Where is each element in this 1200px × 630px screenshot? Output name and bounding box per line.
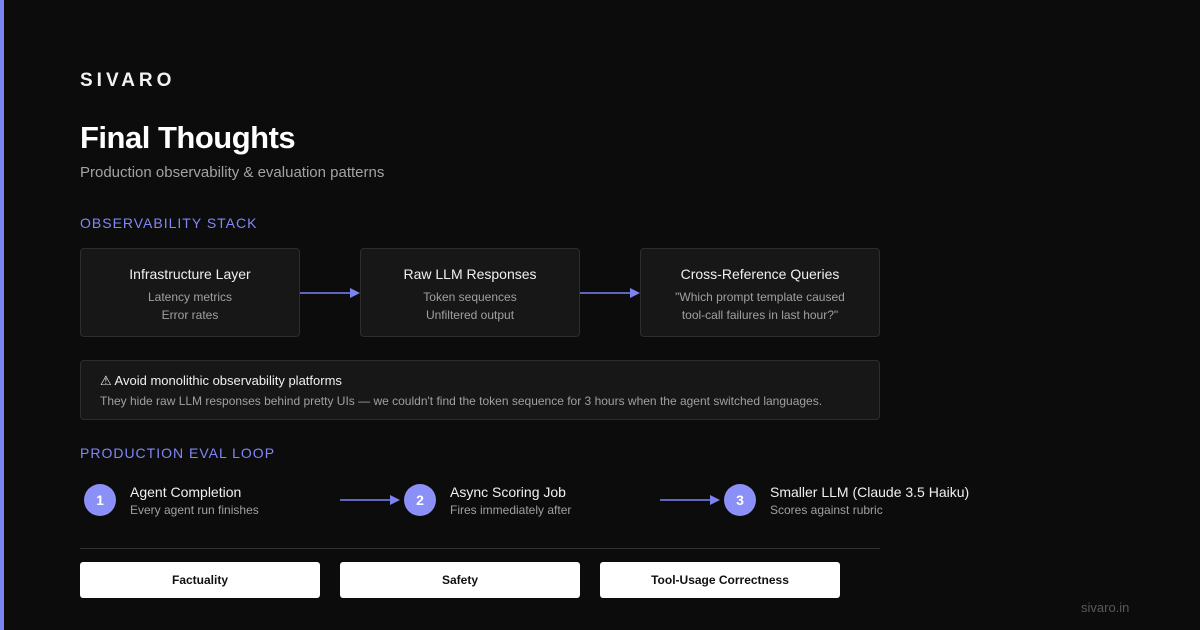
warning-text: They hide raw LLM responses behind prett… [100, 394, 823, 408]
card-line: Unfiltered output [425, 308, 515, 322]
card-infrastructure-layer: Infrastructure Layer Latency metrics Err… [80, 248, 300, 337]
step-description: Fires immediately after [450, 503, 572, 517]
brand-logo: SIVARO [80, 70, 176, 91]
card-title: Raw LLM Responses [403, 266, 537, 282]
step-number-badge: 1 [84, 484, 116, 516]
step-number-badge: 3 [724, 484, 756, 516]
page-subtitle: Production observability & evaluation pa… [80, 164, 385, 181]
warning-title: ⚠ Avoid monolithic observability platfor… [100, 373, 342, 388]
criteria-factuality: Factuality [80, 562, 320, 598]
card-title: Infrastructure Layer [129, 266, 251, 282]
observability-section-label: OBSERVABILITY STACK [80, 215, 258, 231]
criteria-tool-usage-correctness: Tool-Usage Correctness [600, 562, 840, 598]
step-number-badge: 2 [404, 484, 436, 516]
card-line: "Which prompt template caused [675, 290, 845, 304]
card-line: Error rates [161, 308, 219, 322]
card-cross-reference-queries: Cross-Reference Queries "Which prompt te… [640, 248, 880, 337]
step-description: Scores against rubric [770, 503, 883, 517]
arrow-right-icon [660, 495, 720, 505]
footer-url: sivaro.in [1081, 600, 1130, 615]
arrow-right-icon [300, 288, 360, 298]
card-line: tool-call failures in last hour?" [681, 308, 839, 322]
card-line: Token sequences [423, 290, 517, 304]
step-title: Smaller LLM (Claude 3.5 Haiku) [770, 484, 970, 500]
criteria-safety: Safety [340, 562, 580, 598]
arrow-right-icon [340, 495, 400, 505]
step-title: Agent Completion [130, 484, 242, 500]
warning-callout: ⚠ Avoid monolithic observability platfor… [80, 360, 880, 420]
eval-loop-section-label: PRODUCTION EVAL LOOP [80, 445, 276, 461]
card-line: Latency metrics [147, 290, 233, 304]
card-raw-llm-responses: Raw LLM Responses Token sequences Unfilt… [360, 248, 580, 337]
step-title: Async Scoring Job [450, 484, 566, 500]
page-title: Final Thoughts [80, 120, 296, 155]
divider [80, 548, 880, 549]
step-description: Every agent run finishes [130, 503, 259, 517]
card-title: Cross-Reference Queries [680, 266, 840, 282]
accent-bar [0, 0, 4, 630]
arrow-right-icon [580, 288, 640, 298]
